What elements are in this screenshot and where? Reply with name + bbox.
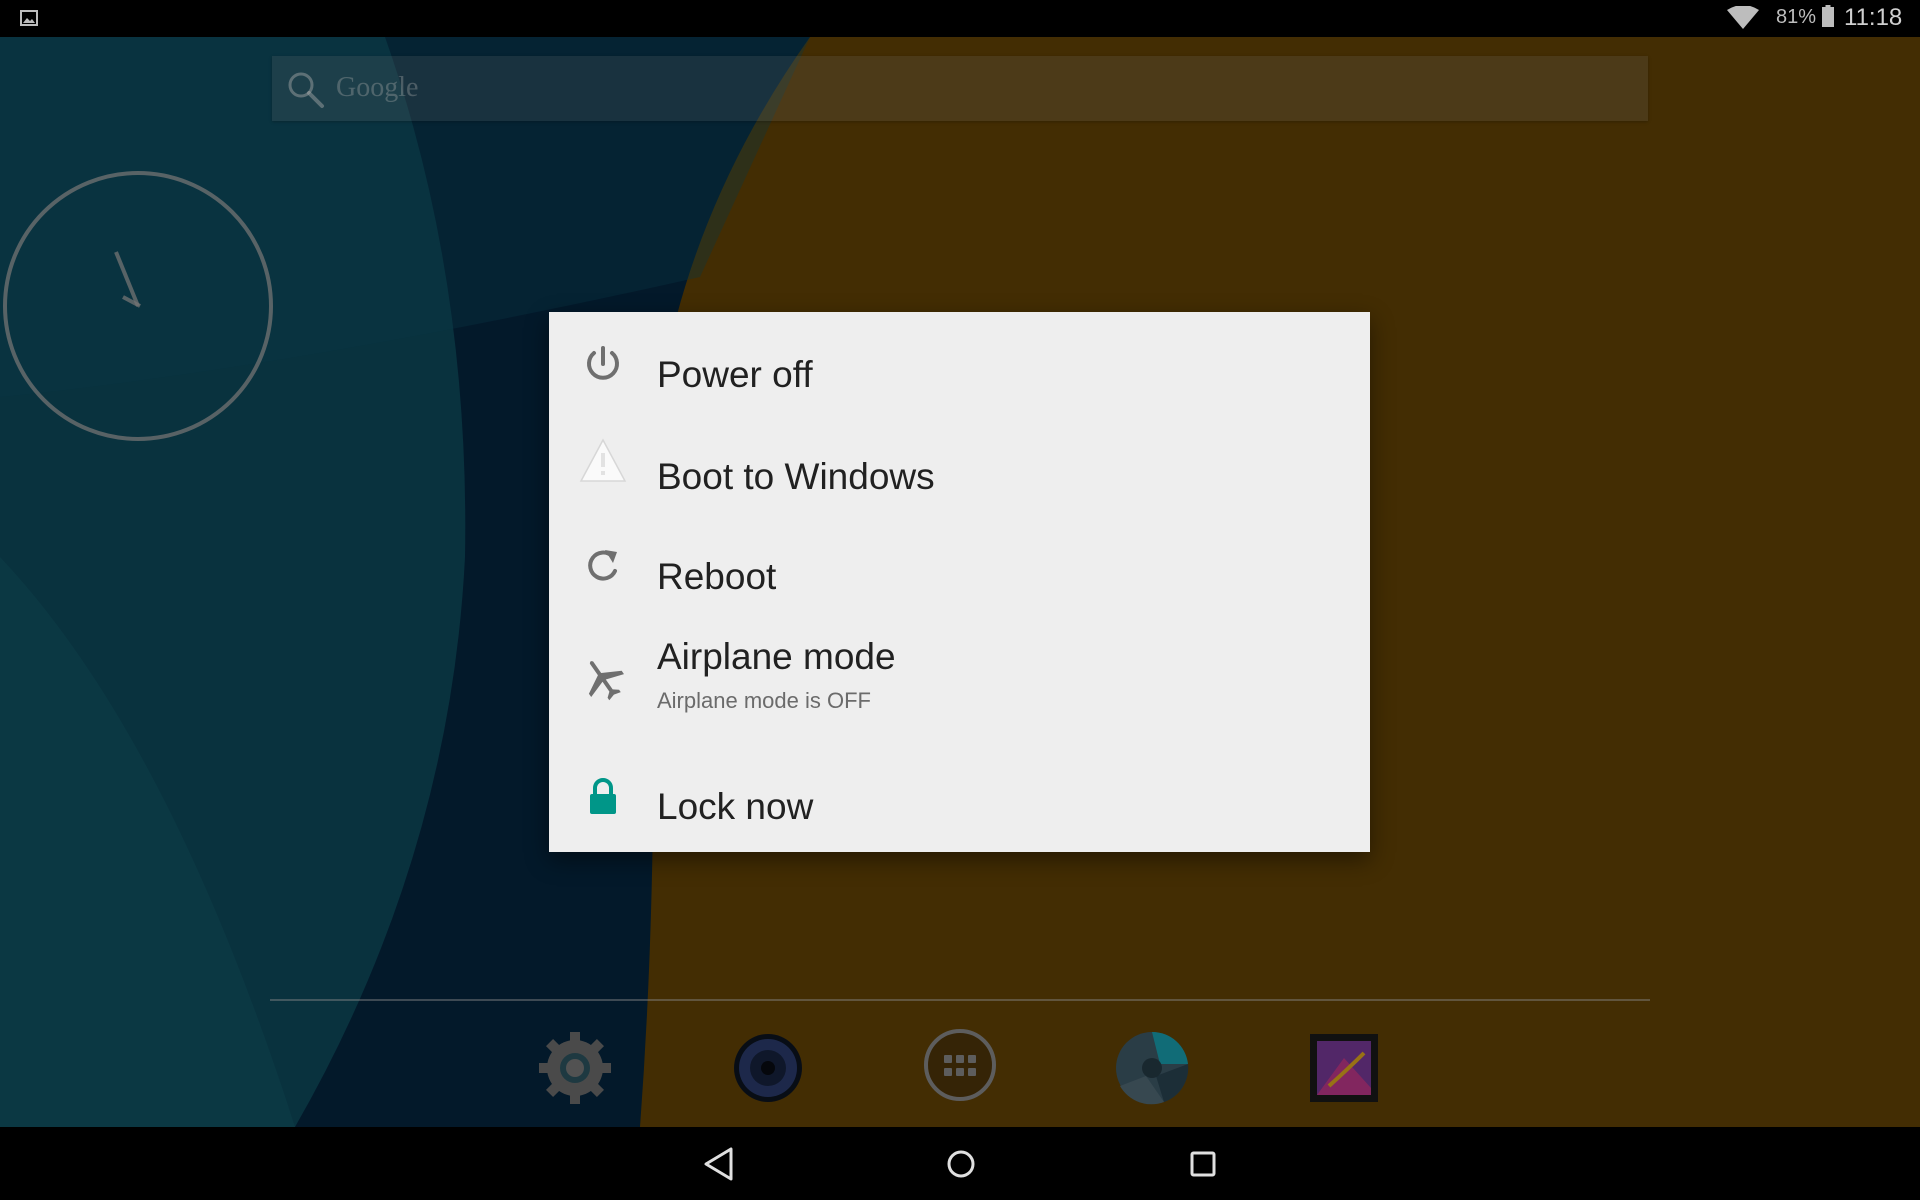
airplane-mode-status: Airplane mode is OFF bbox=[657, 688, 871, 713]
reboot-item[interactable]: Reboot bbox=[549, 517, 1370, 619]
lock-icon bbox=[590, 778, 616, 814]
wifi-icon bbox=[1727, 6, 1759, 29]
airplane-mode-item[interactable]: Airplane mode Airplane mode is OFF bbox=[549, 619, 1370, 736]
reboot-label: Reboot bbox=[657, 556, 777, 597]
power-menu-dialog: Power off Boot to Windows Reboot Airplan… bbox=[549, 312, 1370, 852]
home-button[interactable] bbox=[938, 1141, 984, 1187]
battery-icon bbox=[1822, 5, 1834, 27]
lock-now-item[interactable]: Lock now bbox=[549, 736, 1370, 852]
airplane-icon bbox=[588, 661, 624, 701]
boot-to-windows-label: Boot to Windows bbox=[657, 456, 935, 497]
battery-percent: 81% bbox=[1776, 6, 1817, 28]
status-time: 11:18 bbox=[1844, 4, 1903, 31]
power-off-label: Power off bbox=[657, 354, 813, 395]
airplane-mode-label: Airplane mode bbox=[657, 636, 896, 677]
boot-to-windows-item[interactable]: Boot to Windows bbox=[549, 415, 1370, 517]
power-icon bbox=[587, 346, 619, 380]
power-off-item[interactable]: Power off bbox=[549, 312, 1370, 415]
lock-now-label: Lock now bbox=[657, 786, 814, 827]
recents-button[interactable] bbox=[1180, 1141, 1226, 1187]
status-bar: 81% 11:18 bbox=[0, 0, 1920, 37]
navigation-bar bbox=[0, 1127, 1920, 1200]
reboot-icon bbox=[588, 550, 617, 581]
back-button[interactable] bbox=[697, 1141, 743, 1187]
warning-icon bbox=[579, 438, 627, 482]
gallery-notification-icon bbox=[20, 10, 38, 26]
